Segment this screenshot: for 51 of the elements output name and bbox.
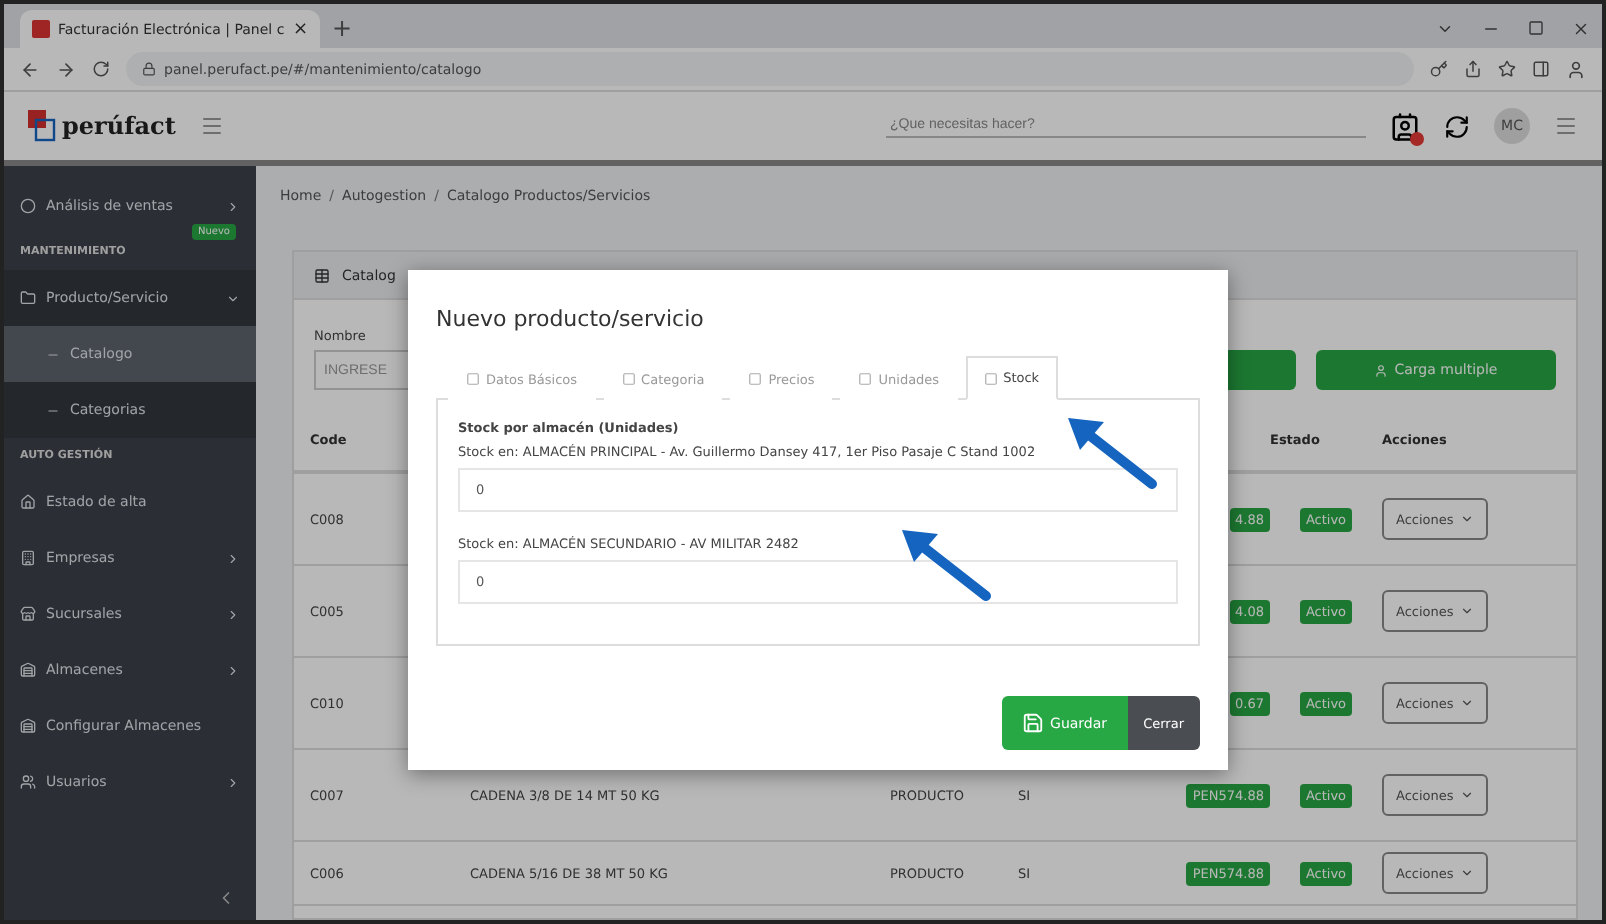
caret-icon <box>1459 696 1474 710</box>
annotation-arrow <box>898 528 994 604</box>
refresh-icon[interactable] <box>1444 113 1470 139</box>
chevron-icon <box>226 775 240 789</box>
chevron-icon <box>226 663 240 677</box>
logo-text: perúfact <box>62 112 176 140</box>
tab-icon <box>983 371 998 385</box>
menu-item-icon <box>20 550 36 566</box>
lock-icon <box>142 62 156 76</box>
user-icon <box>1374 363 1389 377</box>
tab-icon <box>858 372 873 386</box>
chevron-icon <box>226 551 240 565</box>
star-icon[interactable] <box>1498 60 1516 78</box>
annotation-arrow <box>1064 416 1160 492</box>
favicon-icon <box>32 20 50 38</box>
sidebar-icon[interactable] <box>1532 60 1550 78</box>
restore-icon[interactable] <box>1528 20 1544 36</box>
new-tab-icon[interactable]: + <box>332 14 353 42</box>
menu-item-icon <box>20 606 36 622</box>
dialog-title: Nuevo producto/servicio <box>436 306 706 332</box>
caret-icon <box>1459 788 1474 802</box>
profile-icon[interactable] <box>1566 59 1586 79</box>
share-icon[interactable] <box>1464 60 1482 78</box>
forward-icon[interactable] <box>56 59 76 79</box>
caret-icon <box>1459 866 1474 880</box>
contact-card-icon[interactable] <box>1390 111 1420 141</box>
tab-icon <box>621 372 636 386</box>
back-icon[interactable] <box>20 59 40 79</box>
notification-dot <box>1410 131 1424 145</box>
chevron-icon <box>226 291 240 305</box>
caret-icon <box>1459 604 1474 618</box>
menu-item-icon <box>20 494 36 510</box>
tab-icon <box>748 372 763 386</box>
chevron-icon <box>226 199 240 213</box>
save-icon <box>1022 712 1045 734</box>
menu-icon[interactable] <box>1554 114 1578 138</box>
tab-icon <box>466 372 480 386</box>
menu-item-icon <box>20 198 36 214</box>
caret-icon <box>1459 512 1474 526</box>
tab-close-icon[interactable]: × <box>292 19 308 39</box>
menu-item-icon <box>20 662 36 678</box>
logo-icon <box>28 110 56 142</box>
table-icon <box>314 267 330 283</box>
chevron-icon <box>226 607 240 621</box>
menu-icon[interactable] <box>199 114 224 138</box>
close-icon[interactable] <box>1572 19 1590 37</box>
key-icon[interactable] <box>1430 60 1448 78</box>
reload-icon[interactable] <box>92 60 110 78</box>
menu-item-icon <box>20 718 36 734</box>
menu-item-icon <box>20 290 36 306</box>
menu-item-icon <box>20 774 36 790</box>
